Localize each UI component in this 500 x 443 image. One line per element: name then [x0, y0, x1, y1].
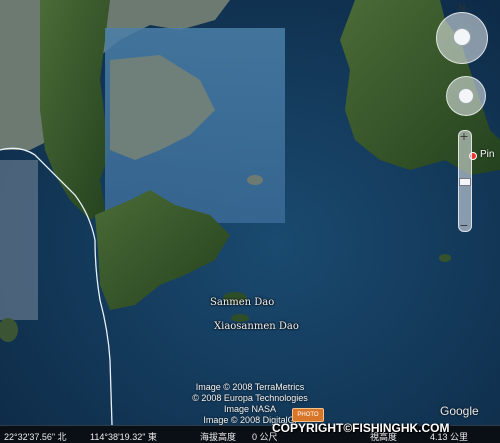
- north-indicator[interactable]: N: [456, 4, 468, 14]
- eye-icon[interactable]: [453, 28, 471, 46]
- imagery-patch-left: [0, 160, 38, 320]
- satellite-map[interactable]: [0, 0, 500, 443]
- latitude-readout: 22°32'37.56" 北: [4, 432, 67, 442]
- island-mid-small: [247, 175, 263, 185]
- zoom-in-button[interactable]: +: [458, 130, 470, 143]
- label-sanmen-dao: Sanmen Dao: [210, 297, 275, 308]
- map-viewport[interactable]: Sanmen Dao Xiaosanmen Dao Pin N + − Imag…: [0, 0, 500, 443]
- zoom-out-button[interactable]: −: [458, 219, 470, 232]
- hand-icon[interactable]: [458, 88, 474, 104]
- island-east-small: [439, 254, 451, 262]
- label-place-pin[interactable]: Pin: [480, 149, 494, 160]
- zoom-slider-thumb[interactable]: [459, 178, 471, 186]
- copyright-watermark: COPYRIGHT©FISHINGHK.COM: [272, 421, 450, 435]
- longitude-readout: 114°38'19.32" 東: [90, 432, 157, 442]
- credit-line: © 2008 Europa Technologies: [192, 393, 308, 403]
- elevation-label: 海拔高度: [200, 432, 237, 442]
- photo-button[interactable]: PHOTO: [292, 408, 324, 422]
- credit-line: Image © 2008 TerraMetrics: [195, 382, 305, 392]
- label-xiaosanmen-dao: Xiaosanmen Dao: [214, 321, 299, 332]
- google-logo: Google: [440, 404, 479, 418]
